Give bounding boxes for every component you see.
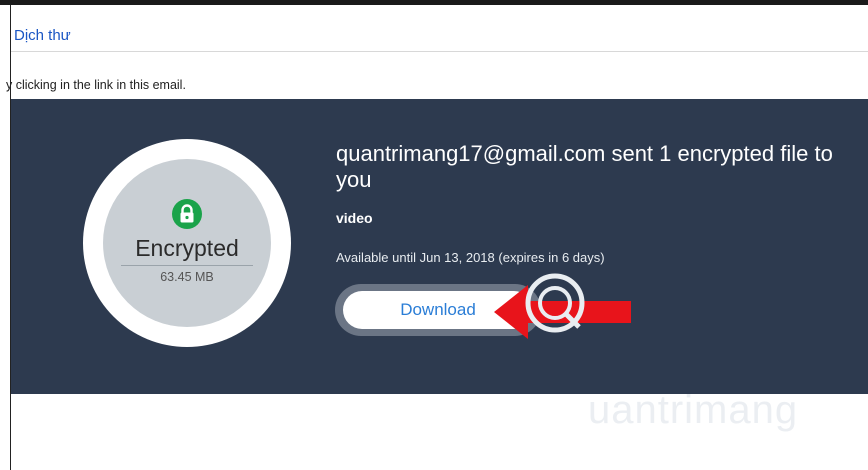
encrypted-label: Encrypted [135,235,239,261]
availability-text: Available until Jun 13, 2018 (expires in… [336,250,605,265]
sender-headline: quantrimang17@gmail.com sent 1 encrypted… [336,141,833,192]
encrypted-file-banner: Encrypted 63.45 MB quantrimang17@gmail.c… [11,99,868,394]
file-badge-circle: Encrypted 63.45 MB [83,139,291,347]
file-badge-inner: Encrypted 63.45 MB [103,159,271,327]
file-name: video [336,210,373,226]
watermark-logo-icon [525,273,585,333]
translate-message-link[interactable]: Dịch thư [14,27,71,44]
lock-icon [172,199,202,229]
translate-bar: Dịch thư [11,5,868,52]
watermark-text: uantrimang [588,388,799,432]
badge-divider [121,265,253,266]
file-size: 63.45 MB [160,270,214,284]
email-body-text: y clicking in the link in this email. [6,78,186,92]
